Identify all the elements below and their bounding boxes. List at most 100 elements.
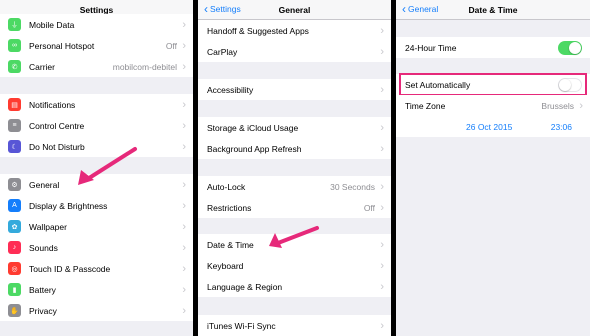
arrow-to-general	[78, 147, 137, 185]
row-label: Control Centre	[29, 120, 85, 131]
chevron-right-icon: ›	[182, 241, 186, 254]
chevron-right-icon: ›	[182, 39, 186, 52]
chevron-right-icon: ›	[182, 18, 186, 31]
row-value: mobilcom-debitel	[112, 61, 177, 72]
fingerprint-icon: ◎	[8, 262, 21, 275]
row-storage-and-icloud-usage[interactable]: Storage & iCloud Usage ›	[198, 117, 391, 138]
row-label: Language & Region	[207, 281, 283, 292]
row-label: Carrier	[29, 61, 55, 72]
time-zone-label: Time Zone	[405, 100, 446, 111]
highlight-box	[399, 73, 587, 96]
row-label: Sounds	[29, 242, 58, 253]
row-carplay[interactable]: CarPlay ›	[198, 41, 391, 62]
row-value: Off	[165, 40, 177, 51]
chevron-right-icon: ›	[380, 319, 384, 332]
chevron-right-icon: ›	[380, 121, 384, 134]
chevron-right-icon: ›	[380, 83, 384, 96]
row-personal-hotspot[interactable]: ∞ Personal Hotspot Off ›	[0, 35, 193, 56]
date-value[interactable]: 26 Oct 2015	[466, 122, 512, 132]
row-battery[interactable]: ▮ Battery ›	[0, 279, 193, 300]
time-value[interactable]: 23:06	[551, 122, 572, 132]
row-display-and-brightness[interactable]: A Display & Brightness ›	[0, 195, 193, 216]
row-label: Accessibility	[207, 84, 254, 95]
date-time-navbar: ‹ General Date & Time	[396, 0, 590, 20]
arrow-to-date-time	[269, 226, 319, 248]
chevron-right-icon: ›	[380, 280, 384, 293]
chevron-right-icon: ›	[182, 220, 186, 233]
chevron-right-icon: ›	[182, 283, 186, 296]
row-label: Background App Refresh	[207, 143, 302, 154]
row-auto-lock[interactable]: Auto-Lock 30 Seconds ›	[198, 176, 391, 197]
hand-icon: ✋	[8, 304, 21, 317]
date-picker-row[interactable]: 26 Oct 2015 23:06	[396, 116, 590, 137]
hour24-row: 24-Hour Time	[396, 37, 590, 58]
row-label: Battery	[29, 284, 56, 295]
row-label: Privacy	[29, 305, 57, 316]
row-keyboard[interactable]: Keyboard ›	[198, 255, 391, 276]
date-time-screen: ‹ General Date & Time 24-Hour Time Set A…	[396, 0, 590, 336]
row-label: iTunes Wi-Fi Sync	[207, 320, 276, 331]
hotspot-icon: ∞	[8, 39, 21, 52]
row-label: Touch ID & Passcode	[29, 263, 111, 274]
gear-icon: ⚙	[8, 178, 21, 191]
chevron-right-icon: ›	[380, 45, 384, 58]
chevron-right-icon: ›	[182, 60, 186, 73]
row-label: Display & Brightness	[29, 200, 108, 211]
chevron-right-icon: ›	[380, 201, 384, 214]
chevron-right-icon: ›	[182, 98, 186, 111]
chevron-right-icon: ›	[380, 259, 384, 272]
row-itunes-wi-fi-sync[interactable]: iTunes Wi-Fi Sync ›	[198, 315, 391, 336]
row-value: 30 Seconds	[330, 181, 375, 192]
row-handoff-and-suggested-apps[interactable]: Handoff & Suggested Apps ›	[198, 20, 391, 41]
chevron-right-icon: ›	[380, 238, 384, 251]
row-privacy[interactable]: ✋ Privacy ›	[0, 300, 193, 321]
chevron-right-icon: ›	[182, 262, 186, 275]
control-centre-icon: ≡	[8, 119, 21, 132]
hour24-label: 24-Hour Time	[405, 42, 457, 53]
chevron-right-icon: ›	[380, 180, 384, 193]
row-background-app-refresh[interactable]: Background App Refresh ›	[198, 138, 391, 159]
chevron-right-icon: ›	[380, 24, 384, 37]
chevron-right-icon: ›	[182, 178, 186, 191]
row-label: Restrictions	[207, 202, 252, 213]
row-label: Notifications	[29, 99, 76, 110]
display-icon: A	[8, 199, 21, 212]
row-touch-id-and-passcode[interactable]: ◎ Touch ID & Passcode ›	[0, 258, 193, 279]
row-restrictions[interactable]: Restrictions Off ›	[198, 197, 391, 218]
row-label: Personal Hotspot	[29, 40, 95, 51]
chevron-right-icon: ›	[182, 140, 186, 153]
toggle-knob	[569, 41, 581, 54]
general-screen: ‹ Settings General Handoff & Suggested A…	[198, 0, 391, 336]
row-label: Storage & iCloud Usage	[207, 122, 299, 133]
time-zone-row[interactable]: Time Zone Brussels ›	[396, 95, 590, 116]
row-sounds[interactable]: ♪ Sounds ›	[0, 237, 193, 258]
battery-icon: ▮	[8, 283, 21, 296]
row-wallpaper[interactable]: ✿ Wallpaper ›	[0, 216, 193, 237]
row-language-and-region[interactable]: Language & Region ›	[198, 276, 391, 297]
row-label: Mobile Data	[29, 19, 75, 30]
wallpaper-icon: ✿	[8, 220, 21, 233]
page-title: General	[278, 5, 311, 15]
general-navbar: ‹ Settings General	[198, 0, 391, 20]
row-accessibility[interactable]: Accessibility ›	[198, 79, 391, 100]
row-label: Handoff & Suggested Apps	[207, 25, 309, 36]
row-mobile-data[interactable]: ⏚ Mobile Data ›	[0, 14, 193, 35]
row-label: Wallpaper	[29, 221, 67, 232]
row-value: Off	[363, 202, 375, 213]
row-carrier[interactable]: ✆ Carrier mobilcom-debitel ›	[0, 56, 193, 77]
speaker-icon: ♪	[8, 241, 21, 254]
chevron-right-icon: ›	[182, 199, 186, 212]
row-notifications[interactable]: ▤ Notifications ›	[0, 94, 193, 115]
antenna-icon: ⏚	[8, 18, 21, 31]
chevron-right-icon: ›	[182, 119, 186, 132]
phone-icon: ✆	[8, 60, 21, 73]
page-title: Date & Time	[468, 5, 518, 15]
hour24-toggle[interactable]	[558, 40, 582, 55]
notifications-icon: ▤	[8, 98, 21, 111]
time-zone-value: Brussels	[541, 100, 574, 111]
row-control-centre[interactable]: ≡ Control Centre ›	[0, 115, 193, 136]
row-label: Keyboard	[207, 260, 244, 271]
chevron-right-icon: ›	[182, 304, 186, 317]
row-label: Auto-Lock	[207, 181, 246, 192]
chevron-right-icon: ›	[579, 99, 583, 112]
